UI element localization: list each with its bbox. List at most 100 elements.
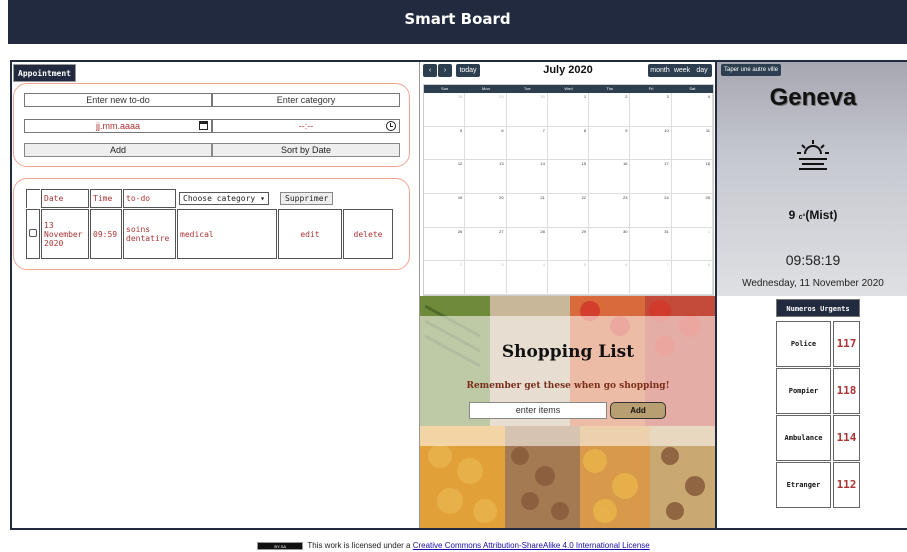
calendar-day-cell[interactable]: 14 [506,160,548,194]
calendar-icon[interactable] [199,121,208,130]
time-input[interactable]: --:-- [212,119,400,133]
calendar-day-cell[interactable]: 7 [630,261,672,295]
calendar-day-cell[interactable]: 3 [465,261,507,295]
today-button[interactable]: today [456,64,480,77]
calendar-day-cell[interactable]: 6 [589,261,631,295]
edit-button[interactable]: edit [278,209,342,259]
weather-widget: Taper une autre ville Geneva 9 c°(Mist) … [715,62,907,296]
calendar-day-cell[interactable]: 2 [589,93,631,127]
emergency-numbers-panel: Numeros Urgents Police 117 Pompier 118 A… [715,296,907,528]
calendar-day-cell[interactable]: 27 [465,227,507,262]
weekday-header: Tue [506,85,548,93]
add-button[interactable]: Add [24,143,212,157]
row-date: 13 November 2020 [41,209,89,259]
weather-condition: Mist [809,208,834,222]
calendar-day-cell[interactable]: 6 [465,126,507,161]
chevron-right-icon: › [443,67,447,74]
next-month-button[interactable]: › [438,64,452,77]
weekday-header: Thu [589,85,631,93]
header-empty [343,189,393,208]
calendar-day-cell[interactable]: 19 [424,194,466,228]
calendar-day-cell[interactable]: 9 [589,126,631,161]
week-view-button[interactable]: week [672,64,692,77]
weekday-header: Wed [547,85,590,93]
calendar-day-cell[interactable]: 21 [506,194,548,228]
appointment-tab[interactable]: Appointment [13,64,76,82]
calendar-day-cell[interactable]: 13 [465,160,507,194]
date-placeholder: jj.mm.aaaa [95,121,140,131]
change-city-button[interactable]: Taper une autre ville [721,64,782,76]
row-time: 09:59 [90,209,122,259]
emergency-label: Ambulance [776,415,831,461]
calendar-day-cell[interactable]: 31 [630,227,672,262]
category-select-value: Choose category [183,194,256,203]
calendar-day-cell[interactable]: 7 [506,126,548,161]
category-select[interactable]: Choose category ▾ [179,192,269,205]
cc-license-badge[interactable]: BY-SA [257,541,304,550]
calendar-day-cell[interactable]: 25 [671,194,713,228]
calendar-day-cell[interactable]: 28 [424,93,466,127]
sun-haze-icon [795,138,831,177]
category-input[interactable]: Enter category [212,93,400,107]
month-view-button[interactable]: month [648,64,672,77]
city-name: Geneva [769,84,857,111]
emergency-number[interactable]: 118 [833,368,860,414]
calendar-day-cell[interactable]: 2 [424,261,466,295]
header-todo: to-do [123,189,176,208]
calendar-day-cell[interactable]: 5 [547,261,590,295]
calendar-day-cell[interactable]: 17 [630,160,672,194]
emergency-number[interactable]: 117 [833,321,860,367]
temperature: 9 c°(Mist) [788,208,838,222]
clock-icon[interactable] [386,121,396,131]
calendar-day-cell[interactable]: 11 [671,126,713,161]
shopping-add-button[interactable]: Add [610,402,666,419]
calendar-day-cell[interactable]: 24 [630,194,672,228]
supprimer-button[interactable]: Supprimer [280,192,334,205]
emergency-row-police: Police 117 [776,321,860,367]
temperature-value: 9 [788,208,796,222]
calendar-day-cell[interactable]: 4 [506,261,548,295]
license-link[interactable]: Creative Commons Attribution-ShareAlike … [413,541,650,550]
emergency-number[interactable]: 112 [833,462,860,508]
calendar-day-cell[interactable]: 1 [671,227,713,262]
calendar-day-cell[interactable]: 5 [424,126,466,161]
calendar-title: July 2020 [543,64,593,76]
calendar-day-cell[interactable]: 29 [547,227,590,262]
prev-month-button[interactable]: ‹ [423,64,437,77]
calendar-day-cell[interactable]: 28 [506,227,548,262]
calendar-day-cell[interactable]: 30 [589,227,631,262]
calendar-day-cell[interactable]: 23 [589,194,631,228]
calendar-day-cell[interactable]: 16 [589,160,631,194]
app-header: Smart Board [8,0,907,44]
emergency-number[interactable]: 114 [833,415,860,461]
calendar-day-cell[interactable]: 3 [630,93,672,127]
date-input[interactable]: jj.mm.aaaa [24,119,212,133]
day-view-button[interactable]: day [692,64,712,77]
calendar-day-cell[interactable]: 29 [465,93,507,127]
calendar-day-cell[interactable]: 15 [547,160,590,194]
row-checkbox[interactable] [29,229,37,237]
row-checkbox-cell [26,209,40,259]
calendar-day-cell[interactable]: 8 [671,261,713,295]
calendar-day-cell[interactable]: 8 [547,126,590,161]
calendar-day-cell[interactable]: 22 [547,194,590,228]
calendar-day-cell[interactable]: 26 [424,227,466,262]
sort-by-date-button[interactable]: Sort by Date [212,143,400,157]
calendar-day-cell[interactable]: 12 [424,160,466,194]
calendar-day-cell[interactable]: 20 [465,194,507,228]
row-category: medical [177,209,277,259]
calendar-day-cell[interactable]: 18 [671,160,713,194]
emergency-label: Pompier [776,368,831,414]
license-text: This work is licensed under a [307,541,411,550]
temperature-unit: c° [798,214,806,221]
delete-button[interactable]: delete [343,209,393,259]
todo-input[interactable]: Enter new to-do [24,93,212,107]
shopping-item-input[interactable]: enter items [469,402,607,419]
calendar-day-cell[interactable]: 30 [506,93,548,127]
calendar-day-cell[interactable]: 4 [671,93,713,127]
emergency-row-ambulance: Ambulance 114 [776,415,860,461]
calendar-day-cell[interactable]: 10 [630,126,672,161]
calendar-day-cell[interactable]: 1 [547,93,590,127]
chevron-left-icon: ‹ [428,67,432,74]
weekday-header: Mon [465,85,507,93]
